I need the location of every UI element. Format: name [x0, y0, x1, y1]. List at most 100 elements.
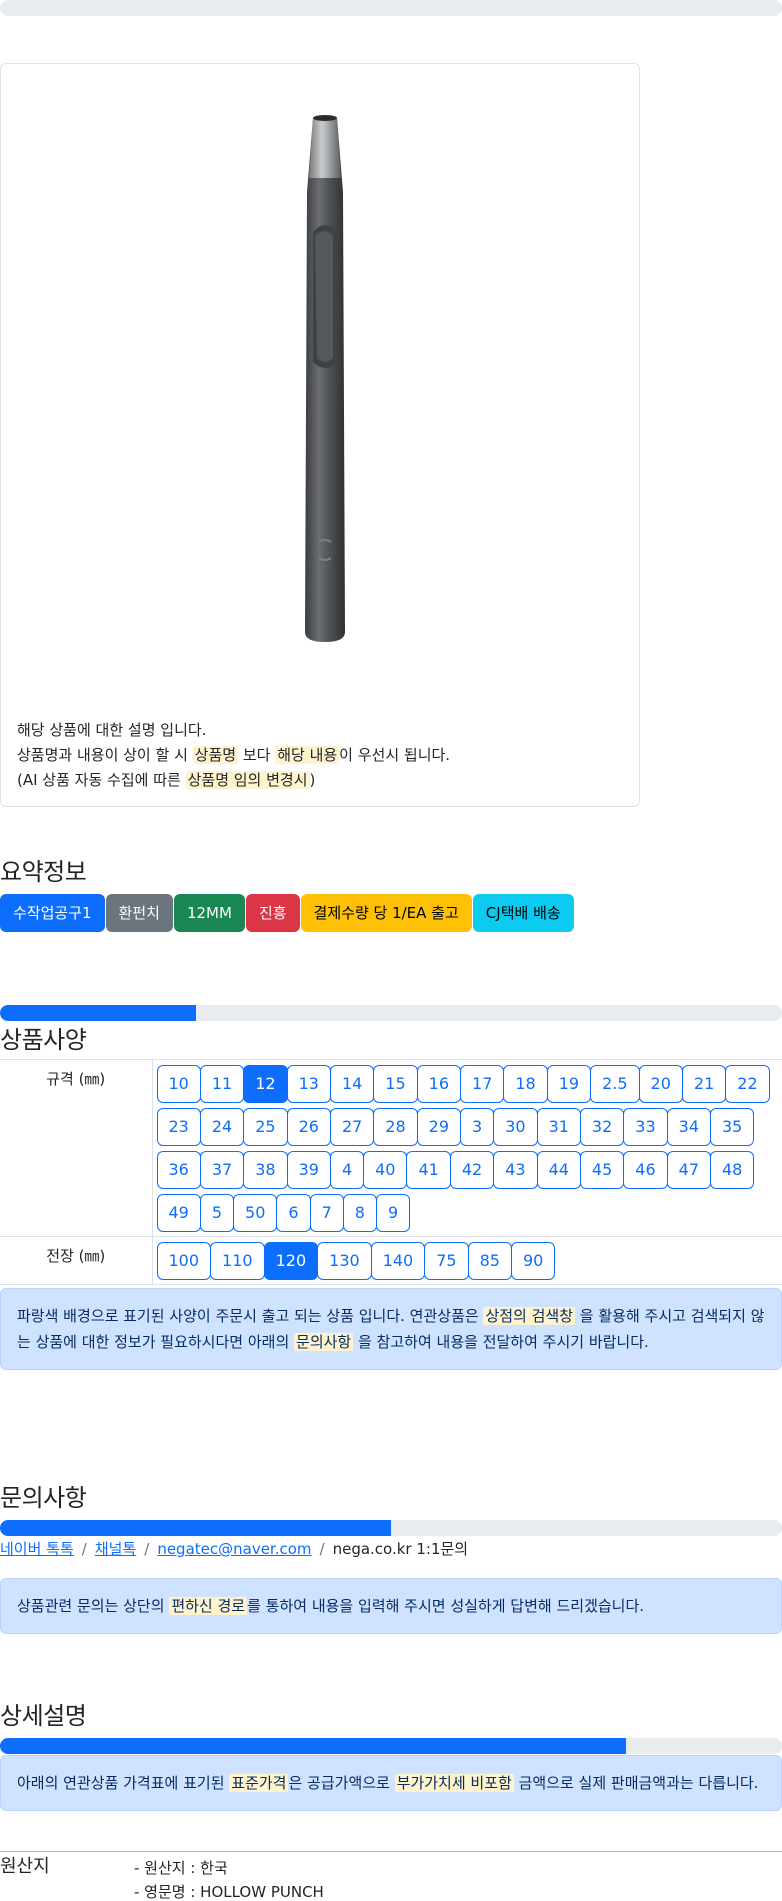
- spec-option-button[interactable]: 35: [710, 1108, 755, 1146]
- description-line-3: (AI 상품 자동 수집에 따른 상품명 임의 변경시): [17, 768, 450, 793]
- text: ): [309, 771, 316, 789]
- highlight-text: 상점의 검색창: [483, 1307, 576, 1325]
- spec-option-button[interactable]: 38: [243, 1151, 288, 1189]
- spec-option-button[interactable]: 90: [510, 1242, 556, 1280]
- spec-option-button[interactable]: 18: [503, 1065, 548, 1103]
- text: 금액으로 실제 판매금액과는 다릅니다.: [513, 1774, 759, 1792]
- spec-option-button[interactable]: 19: [546, 1065, 592, 1103]
- spec-option-button[interactable]: 44: [536, 1151, 581, 1189]
- spec-option-button[interactable]: 5: [199, 1194, 235, 1232]
- spec-option-button[interactable]: 41: [406, 1151, 451, 1189]
- product-description: 해당 상품에 대한 설명 입니다. 상품명과 내용이 상이 할 시 상품명 보다…: [17, 718, 450, 793]
- spec-option-button[interactable]: 3: [460, 1108, 495, 1146]
- option-list: 10 11 12 13 14 15 16 17 18 19 2.5 20 21 22 23 24 25 26 27 2…: [156, 1065, 779, 1232]
- channel-talk-link[interactable]: 채널톡: [95, 1540, 136, 1558]
- summary-badge: 진흥: [245, 894, 300, 932]
- highlight-text: 상품명 임의 변경시: [185, 771, 310, 789]
- spec-option-button[interactable]: 47: [666, 1151, 711, 1189]
- spec-option-button[interactable]: 45: [579, 1151, 625, 1189]
- separator: /: [81, 1540, 87, 1558]
- spec-option-button[interactable]: 32: [579, 1108, 625, 1146]
- naver-talk-link[interactable]: 네이버 톡톡: [0, 1540, 74, 1558]
- spec-progress-fill: [0, 1005, 196, 1021]
- top-placeholder-bar: [0, 0, 782, 16]
- spec-option-button[interactable]: 140: [370, 1242, 426, 1280]
- summary-badge: 환펀치: [105, 894, 173, 932]
- spec-option-button[interactable]: 50: [233, 1194, 278, 1232]
- email-link[interactable]: negatec@naver.com: [157, 1540, 311, 1558]
- highlight-text: 편하신 경로: [169, 1597, 248, 1615]
- highlight-text: 문의사항: [294, 1333, 354, 1351]
- spec-option-button[interactable]: 12: [243, 1065, 288, 1103]
- inquiry-links: 네이버 톡톡 / 채널톡 / negatec@naver.com / nega.co.kr …: [0, 1538, 468, 1559]
- spec-option-button[interactable]: 23: [156, 1108, 201, 1146]
- spec-option-button[interactable]: 46: [623, 1151, 668, 1189]
- spec-option-button[interactable]: 75: [424, 1242, 469, 1280]
- spec-option-button[interactable]: 13: [286, 1065, 331, 1103]
- spec-option-button[interactable]: 21: [681, 1065, 727, 1103]
- spec-option-button[interactable]: 37: [199, 1151, 245, 1189]
- spec-option-button[interactable]: 26: [286, 1108, 331, 1146]
- text: 상품명과 내용이 상이 할 시: [17, 746, 193, 764]
- text: 아래의 연관상품 가격표에 표기된: [17, 1774, 230, 1792]
- spec-option-button[interactable]: 8: [342, 1194, 377, 1232]
- origin-row: 원산지 - 원산지 : 한국 - 영문명 : HOLLOW PUNCH: [0, 1851, 782, 1901]
- spec-option-button[interactable]: 33: [623, 1108, 668, 1146]
- spec-option-button[interactable]: 130: [317, 1242, 372, 1280]
- spec-option-button[interactable]: 10: [156, 1065, 201, 1103]
- summary-badge: CJ택배 배송: [472, 894, 574, 932]
- spec-option-button[interactable]: 24: [199, 1108, 245, 1146]
- spec-option-button[interactable]: 9: [375, 1194, 411, 1232]
- spec-option-button[interactable]: 40: [363, 1151, 408, 1189]
- highlight-text: 부가가치세 비포함: [394, 1774, 514, 1792]
- spec-option-button[interactable]: 4: [329, 1151, 365, 1189]
- spec-option-button[interactable]: 49: [156, 1194, 201, 1232]
- spec-option-button[interactable]: 22: [725, 1065, 770, 1103]
- spec-option-button[interactable]: 120: [263, 1242, 319, 1280]
- spec-option-button[interactable]: 17: [460, 1065, 505, 1103]
- spec-option-button[interactable]: 48: [710, 1151, 755, 1189]
- spec-notice: 파랑색 배경으로 표기된 사양이 주문시 출고 되는 상품 입니다. 연관상품은…: [0, 1288, 782, 1370]
- spec-option-button[interactable]: 15: [373, 1065, 418, 1103]
- spec-option-button[interactable]: 39: [286, 1151, 331, 1189]
- spec-options: 10 11 12 13 14 15 16 17 18 19 2.5 20 21 22 23 24 25 26 27 2…: [152, 1059, 782, 1237]
- spec-option-button[interactable]: 2.5: [590, 1065, 640, 1103]
- spec-option-button[interactable]: 85: [467, 1242, 512, 1280]
- spec-option-button[interactable]: 36: [156, 1151, 201, 1189]
- spec-option-button[interactable]: 110: [210, 1242, 265, 1280]
- separator: /: [144, 1540, 150, 1558]
- spec-option-button[interactable]: 14: [329, 1065, 375, 1103]
- spec-option-button[interactable]: 25: [243, 1108, 288, 1146]
- spec-option-button[interactable]: 6: [276, 1194, 311, 1232]
- highlight-text: 해당 내용: [275, 746, 340, 764]
- spec-option-button[interactable]: 34: [666, 1108, 711, 1146]
- product-card: 해당 상품에 대한 설명 입니다. 상품명과 내용이 상이 할 시 상품명 보다…: [0, 63, 640, 807]
- summary-badge: 결제수량 당 1/EA 출고: [300, 894, 472, 932]
- summary-title: 요약정보: [0, 858, 87, 886]
- summary-badge: 12MM: [173, 894, 245, 932]
- spec-option-button[interactable]: 28: [373, 1108, 418, 1146]
- text: 보다: [238, 746, 276, 764]
- spec-option-button[interactable]: 11: [199, 1065, 245, 1103]
- text: 를 통하여 내용을 입력해 주시면 성실하게 답변해 드리겠습니다.: [247, 1597, 645, 1615]
- spec-option-button[interactable]: 29: [416, 1108, 462, 1146]
- highlight-text: 상품명: [192, 746, 239, 764]
- spec-option-button[interactable]: 42: [449, 1151, 495, 1189]
- spec-option-button[interactable]: 31: [536, 1108, 581, 1146]
- spec-option-button[interactable]: 16: [416, 1065, 462, 1103]
- site-inquiry-text: nega.co.kr 1:1문의: [332, 1540, 469, 1558]
- text: (AI 상품 자동 수집에 따른: [17, 771, 186, 789]
- option-list: 100 110 120 130 140 75 85 90: [156, 1242, 779, 1280]
- summary-badges: 수작업공구1 환펀치 12MM 진흥 결제수량 당 1/EA 출고 CJ택배 배송: [0, 894, 574, 932]
- spec-option-button[interactable]: 43: [493, 1151, 538, 1189]
- spec-option-button[interactable]: 30: [493, 1108, 538, 1146]
- spec-option-button[interactable]: 20: [638, 1065, 683, 1103]
- separator: /: [319, 1540, 325, 1558]
- origin-english-name: - 영문명 : HOLLOW PUNCH: [134, 1883, 324, 1901]
- spec-option-button[interactable]: 27: [329, 1108, 375, 1146]
- spec-option-button[interactable]: 100: [156, 1242, 212, 1280]
- spec-option-button[interactable]: 7: [309, 1194, 344, 1232]
- inquiry-progress: [0, 1520, 782, 1536]
- highlight-text: 표준가격: [229, 1774, 289, 1792]
- product-image: [305, 115, 345, 642]
